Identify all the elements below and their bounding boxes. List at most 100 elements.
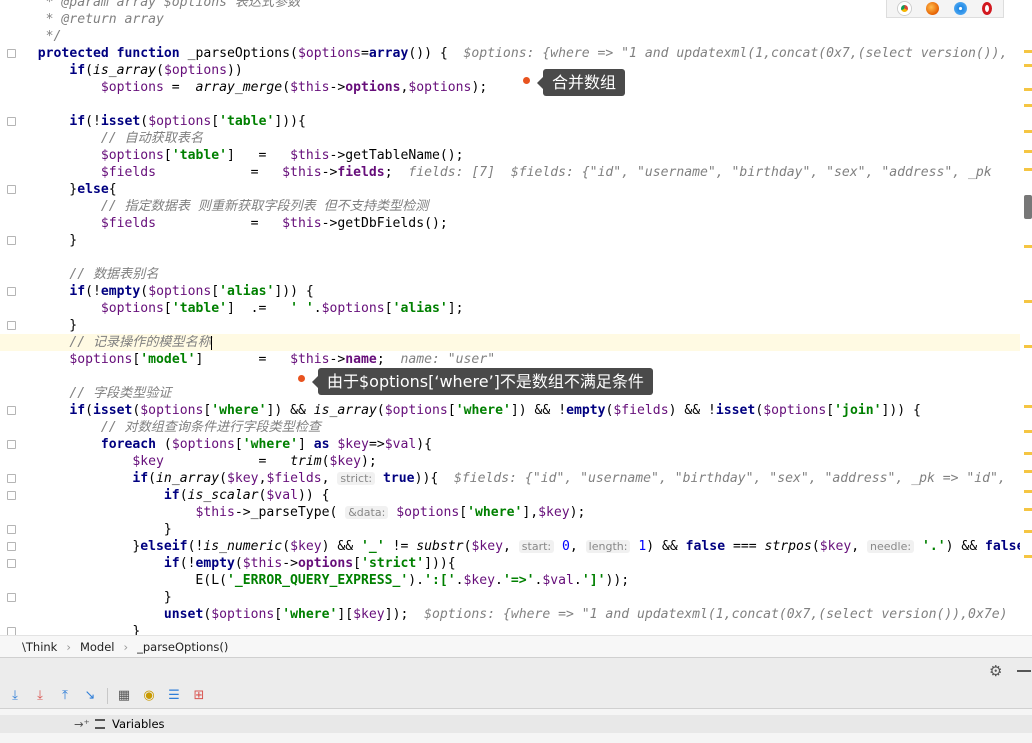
stripe-mark[interactable] — [1024, 345, 1032, 348]
code-line[interactable]: } — [0, 317, 77, 334]
stripe-mark[interactable] — [1024, 530, 1032, 533]
variables-label[interactable]: Variables — [112, 715, 165, 733]
stripe-mark[interactable] — [1024, 64, 1032, 67]
code-token: } — [22, 318, 78, 333]
stripe-mark[interactable] — [1024, 245, 1032, 248]
code-line[interactable]: $fields = $this->getDbFields(); — [0, 215, 448, 232]
code-line[interactable] — [0, 368, 22, 385]
code-line[interactable]: */ — [0, 28, 62, 45]
code-token: 'where' — [282, 607, 338, 622]
code-line[interactable]: * @param array $options 表达式参数 — [0, 0, 301, 11]
step-into-icon[interactable]: ⤓ — [32, 688, 48, 704]
code-token: ] — [297, 437, 314, 452]
code-token: $this — [195, 505, 235, 520]
run-to-cursor-icon[interactable]: ↘ — [82, 688, 98, 704]
code-token: [ — [459, 505, 468, 520]
code-line[interactable]: if(!isset($options['table'])){ — [0, 113, 306, 130]
code-line[interactable]: $options['table'] = $this->getTableName(… — [0, 147, 464, 164]
safari-icon[interactable] — [953, 2, 967, 15]
inline-debug-value: $options: {where => "1 and updatexml(1,c… — [463, 46, 1008, 61]
step-out-icon[interactable]: ⤒ — [57, 688, 73, 704]
code-token: ) && — [945, 539, 986, 554]
code-line[interactable] — [0, 249, 22, 266]
code-line[interactable]: if(is_scalar($val)) { — [0, 487, 330, 504]
code-line[interactable]: if(!empty($this->options['strict'])){ — [0, 555, 456, 572]
code-line[interactable]: // 数据表别名 — [0, 266, 158, 283]
chrome-icon[interactable] — [898, 2, 912, 15]
code-token: $options — [396, 505, 460, 520]
stripe-mark[interactable] — [1024, 470, 1032, 473]
stripe-mark[interactable] — [1024, 88, 1032, 91]
code-line[interactable]: foreach ($options['where'] as $key=>$val… — [0, 436, 432, 453]
code-token: ']' — [581, 573, 606, 588]
stripe-mark[interactable] — [1024, 104, 1032, 107]
inline-debug-value: fields: [7] $fields: {"id", "username", … — [408, 165, 992, 180]
code-line[interactable]: $options = array_merge($this->options,$o… — [0, 79, 487, 96]
code-line[interactable]: // 记录操作的模型名称 — [0, 334, 1020, 351]
code-line[interactable]: } — [0, 589, 172, 606]
frames-icon[interactable]: ☰ — [166, 688, 182, 704]
code-line[interactable]: $key = trim($key); — [0, 453, 376, 470]
code-line[interactable]: E(L('_ERROR_QUERY_EXPRESS_').':['.$key.'… — [0, 572, 629, 589]
stripe-mark[interactable] — [1024, 150, 1032, 153]
toolbar-divider — [107, 687, 108, 704]
code-token: ] .= — [227, 301, 291, 316]
evaluate-icon[interactable]: ▦ — [116, 688, 132, 704]
stripe-mark[interactable] — [1024, 452, 1032, 455]
step-over-icon[interactable]: ⤓ — [7, 688, 23, 704]
scroll-thumb[interactable] — [1024, 195, 1032, 219]
code-line[interactable]: }elseif(!is_numeric($key) && '_' != subs… — [0, 538, 1020, 555]
code-line[interactable]: } — [0, 623, 140, 635]
code-token: ()) { — [408, 46, 464, 61]
code-token: } — [22, 624, 141, 635]
code-line[interactable]: $this->_parseType( &data: $options['wher… — [0, 504, 585, 521]
code-token: $options — [321, 301, 385, 316]
code-token: ( — [140, 114, 149, 129]
stripe-mark[interactable] — [1024, 50, 1032, 53]
code-editor[interactable]: * @param array $options 表达式参数 * @return … — [0, 0, 1020, 635]
code-line[interactable]: protected function _parseOptions($option… — [0, 45, 1008, 62]
code-line[interactable]: } — [0, 521, 172, 538]
minimize-icon[interactable] — [1017, 670, 1031, 672]
code-line[interactable]: // 指定数据表 则重新获取字段列表 但不支持类型检测 — [0, 198, 428, 215]
stripe-mark[interactable] — [1024, 430, 1032, 433]
code-line[interactable]: // 自动获取表名 — [0, 130, 203, 147]
code-line[interactable]: $options['model'] = $this->name; name: "… — [0, 351, 495, 368]
breadcrumb-namespace[interactable]: \Think — [22, 640, 57, 654]
stripe-mark[interactable] — [1024, 130, 1032, 133]
code-line[interactable]: unset($options['where'][$key]); $options… — [0, 606, 1008, 623]
code-line[interactable]: if(isset($options['where']) && is_array(… — [0, 402, 921, 419]
gear-icon[interactable]: ⚙ — [989, 662, 1002, 680]
code-token: @return — [61, 12, 117, 27]
add-watch-icon[interactable]: ⊞ — [191, 688, 207, 704]
stripe-mark[interactable] — [1024, 168, 1032, 171]
code-token: foreach — [100, 437, 164, 452]
code-line[interactable]: if(is_array($options)) — [0, 62, 243, 79]
firefox-icon[interactable] — [926, 2, 940, 15]
code-line[interactable]: $fields = $this->fields; fields: [7] $fi… — [0, 164, 992, 181]
code-line[interactable]: }else{ — [0, 181, 116, 198]
stripe-mark[interactable] — [1024, 508, 1032, 511]
stripe-mark[interactable] — [1024, 490, 1032, 493]
code-token: $options — [69, 352, 133, 367]
stripe-mark[interactable] — [1024, 405, 1032, 408]
breadcrumb-class[interactable]: Model — [80, 640, 115, 654]
opera-icon[interactable] — [981, 2, 992, 15]
stripe-mark[interactable] — [1024, 555, 1032, 558]
code-token: $key — [353, 607, 385, 622]
code-line[interactable]: // 对数组查询条件进行字段类型检查 — [0, 419, 321, 436]
watch-icon[interactable]: ◉ — [141, 688, 157, 704]
code-line[interactable]: // 字段类型验证 — [0, 385, 171, 402]
code-line[interactable] — [0, 96, 22, 113]
breadcrumb-method[interactable]: _parseOptions() — [137, 640, 228, 654]
code-line[interactable]: $options['table'] .= ' '.$options['alias… — [0, 300, 464, 317]
code-line[interactable]: if(!empty($options['alias'])) { — [0, 283, 313, 300]
code-line[interactable]: * @return array — [0, 11, 164, 28]
code-line[interactable]: } — [0, 232, 77, 249]
code-line[interactable]: if(in_array($key,$fields, strict: true))… — [0, 470, 1005, 487]
pin-icon[interactable]: →⁺ — [74, 715, 90, 733]
stripe-mark[interactable] — [1024, 300, 1032, 303]
error-stripe[interactable] — [1020, 0, 1032, 635]
